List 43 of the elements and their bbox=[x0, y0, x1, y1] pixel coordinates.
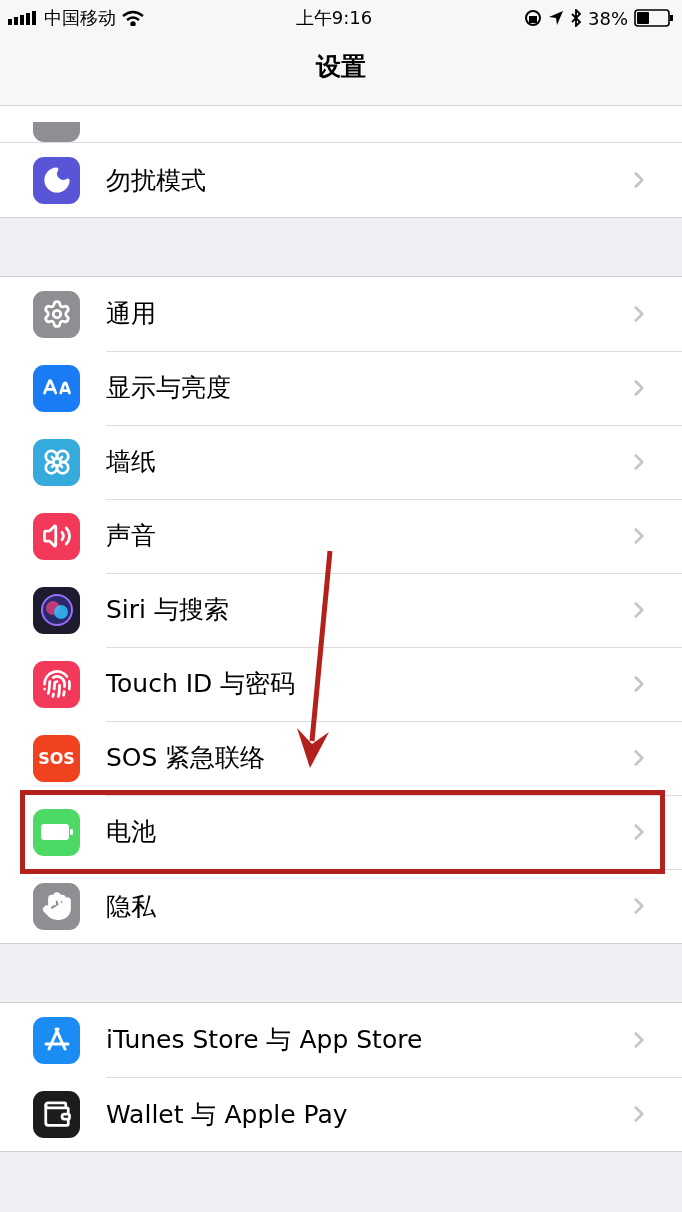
row-label: iTunes Store 与 App Store bbox=[106, 1024, 424, 1056]
row-label: Siri 与搜索 bbox=[106, 594, 230, 626]
row-label: 声音 bbox=[106, 520, 157, 552]
row-label: SOS 紧急联络 bbox=[106, 742, 267, 774]
flower-icon bbox=[41, 447, 72, 477]
moon-icon bbox=[41, 165, 72, 195]
battery-icon bbox=[634, 9, 674, 27]
settings-row[interactable]: 通用 bbox=[0, 277, 682, 351]
carrier-name: 中国移动 bbox=[44, 6, 116, 30]
settings-row[interactable]: Wallet 与 Apple Pay bbox=[0, 1077, 682, 1151]
location-icon bbox=[548, 10, 564, 26]
row-label: Touch ID 与密码 bbox=[106, 668, 297, 700]
wallet-icon bbox=[41, 1099, 72, 1129]
settings-row[interactable]: 勿扰模式 bbox=[0, 142, 682, 217]
row-label: 通用 bbox=[106, 298, 157, 330]
settings-row[interactable]: 隐私 bbox=[0, 869, 682, 943]
orb-icon bbox=[39, 593, 74, 627]
row-label: 墙纸 bbox=[106, 446, 157, 478]
settings-row[interactable]: 电池 bbox=[0, 795, 682, 869]
page-title: 设置 bbox=[314, 51, 367, 83]
hand-icon bbox=[41, 891, 72, 921]
row-label: Wallet 与 Apple Pay bbox=[106, 1098, 349, 1131]
settings-row[interactable]: 声音 bbox=[0, 499, 682, 573]
signal-icon bbox=[8, 11, 38, 25]
settings-row[interactable]: Siri 与搜索 bbox=[0, 573, 682, 647]
battery-icon bbox=[39, 823, 74, 841]
settings-icon bbox=[41, 299, 72, 329]
row-label: 隐私 bbox=[106, 890, 157, 923]
icon-text: SOS bbox=[38, 748, 75, 768]
clock-time: 上午9:16 bbox=[295, 6, 373, 30]
bluetooth-icon bbox=[570, 9, 582, 27]
battery-percent: 38% bbox=[588, 7, 628, 29]
row-label: 电池 bbox=[106, 816, 157, 848]
settings-row[interactable]: 显示与亮度 bbox=[0, 351, 682, 425]
row-label: 显示与亮度 bbox=[106, 372, 232, 404]
row-label: 勿扰模式 bbox=[106, 164, 207, 197]
settings-row[interactable]: Touch ID 与密码 bbox=[0, 647, 682, 721]
wifi-icon bbox=[122, 10, 144, 26]
rotation-lock-icon bbox=[524, 9, 542, 27]
app-icon bbox=[33, 122, 80, 142]
settings-row[interactable]: iTunes Store 与 App Store bbox=[0, 1003, 682, 1077]
fingerprint-icon bbox=[41, 669, 72, 699]
settings-row[interactable]: 墙纸 bbox=[0, 425, 682, 499]
